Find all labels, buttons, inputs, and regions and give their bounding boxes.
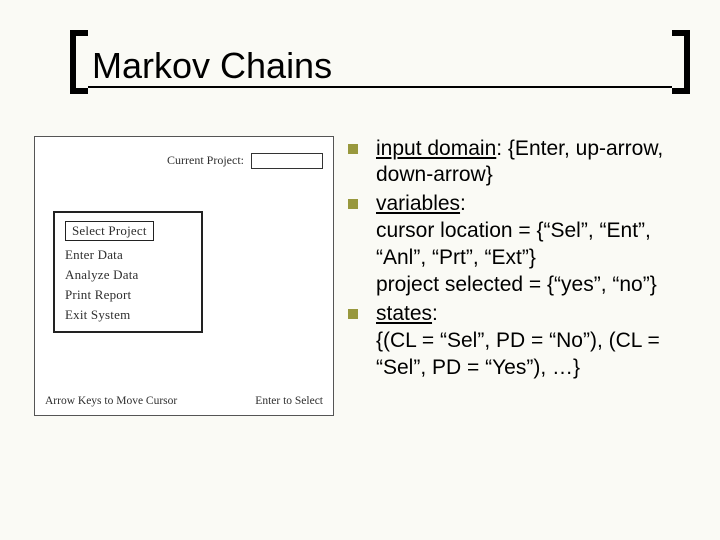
figure-column: Current Project: Select Project Enter Da…	[34, 136, 334, 416]
bullets-column: input domain: {Enter, up-arrow, down-arr…	[348, 136, 686, 416]
menu-item: Print Report	[65, 285, 191, 305]
slide-body: Current Project: Select Project Enter Da…	[34, 136, 686, 416]
bullet-item: input domain: {Enter, up-arrow, down-arr…	[348, 136, 686, 190]
hint-left: Arrow Keys to Move Cursor	[45, 395, 177, 407]
menu-item-selected: Select Project	[65, 221, 154, 241]
menu-item: Analyze Data	[65, 265, 191, 285]
current-project-field	[251, 153, 323, 169]
bracket-right-icon	[672, 30, 690, 94]
figure-hints: Arrow Keys to Move Cursor Enter to Selec…	[45, 395, 323, 407]
bullet-subtext: project selected = {“yes”, “no”}	[376, 272, 686, 299]
bullet-text: states:	[376, 301, 438, 328]
slide: Markov Chains Current Project: Select Pr…	[0, 0, 720, 540]
bullet-item: states: {(CL = “Sel”, PD = “No”), (CL = …	[348, 301, 686, 382]
bullet-text: variables:	[376, 191, 466, 218]
bullet-label: variables	[376, 192, 460, 215]
title-wrap: Markov Chains	[74, 42, 686, 100]
hint-right: Enter to Select	[255, 395, 323, 407]
bullet-rest: :	[460, 192, 466, 215]
square-bullet-icon	[348, 144, 358, 154]
current-project-label: Current Project:	[167, 153, 244, 167]
menu-item: Exit System	[65, 305, 191, 325]
square-bullet-icon	[348, 309, 358, 319]
bullet-item: variables: cursor location = {“Sel”, “En…	[348, 191, 686, 299]
menu-box: Select Project Enter Data Analyze Data P…	[53, 211, 203, 333]
bullet-subtext: cursor location = {“Sel”, “Ent”, “Anl”, …	[376, 218, 686, 272]
page-title: Markov Chains	[74, 42, 350, 100]
menu-screenshot-figure: Current Project: Select Project Enter Da…	[34, 136, 334, 416]
bullet-text: input domain: {Enter, up-arrow, down-arr…	[376, 136, 686, 190]
square-bullet-icon	[348, 199, 358, 209]
bullet-label: states	[376, 302, 432, 325]
bullet-subtext: {(CL = “Sel”, PD = “No”), (CL = “Sel”, P…	[376, 328, 686, 382]
menu-item: Enter Data	[65, 245, 191, 265]
bullet-rest: :	[432, 302, 438, 325]
current-project-row: Current Project:	[45, 153, 323, 169]
bullet-label: input domain	[376, 137, 496, 160]
